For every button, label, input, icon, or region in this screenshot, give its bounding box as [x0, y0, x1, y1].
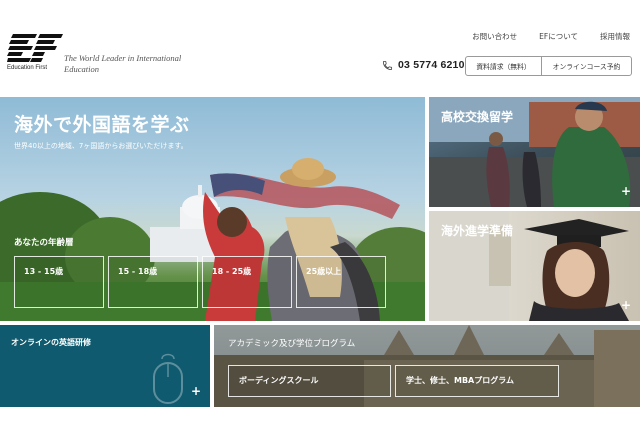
- mouse-icon: [153, 353, 183, 404]
- age-25-plus-button[interactable]: 25歳以上: [296, 256, 386, 308]
- online-course-booking-button[interactable]: オンラインコース予約: [542, 57, 631, 75]
- prep-title: 海外進学準備: [441, 224, 514, 238]
- academic-title: アカデミック及び学位プログラム: [228, 339, 356, 349]
- hero-title: 海外で外国語を学ぶ: [14, 114, 190, 136]
- boarding-school-button[interactable]: ボーディングスクール: [228, 365, 391, 397]
- top-nav: お問い合わせ EFについて 採用情報: [472, 31, 630, 42]
- logo-caption: Education First: [7, 65, 48, 71]
- hero-subtitle: 世界40以上の地域、7ヶ国語からお選びいただけます。: [14, 142, 188, 150]
- age-15-18-button[interactable]: 15 - 18歳: [108, 256, 198, 308]
- age-18-25-button[interactable]: 18 - 25歳: [202, 256, 292, 308]
- brochure-request-button[interactable]: 資料請求（無料）: [466, 57, 542, 75]
- online-expand-icon[interactable]: +: [191, 385, 201, 397]
- exchange-expand-icon[interactable]: +: [621, 185, 631, 197]
- tile-online-english[interactable]: オンラインの英語研修 +: [0, 325, 210, 407]
- header-button-group: 資料請求（無料） オンラインコース予約: [465, 56, 632, 76]
- tile-overseas-prep[interactable]: 海外進学準備 +: [429, 211, 640, 321]
- phone-number: 03 5774 6210: [398, 59, 465, 71]
- prep-expand-icon[interactable]: +: [621, 299, 631, 311]
- contact-link[interactable]: お問い合わせ: [472, 31, 517, 42]
- ef-logo-mark: [7, 34, 63, 62]
- phone-icon: [382, 60, 393, 70]
- ef-logo[interactable]: Education First: [7, 32, 63, 72]
- site-header: Education First The World Leader in Inte…: [0, 0, 640, 95]
- age-group-label: あなたの年齢層: [14, 238, 74, 248]
- phone-contact[interactable]: 03 5774 6210: [382, 59, 465, 71]
- tile-high-school-exchange[interactable]: 高校交換留学 +: [429, 97, 640, 207]
- online-title: オンラインの英語研修: [11, 338, 91, 347]
- tagline: The World Leader in International Educat…: [64, 53, 182, 74]
- degree-mba-button[interactable]: 学士、修士、MBAプログラム: [395, 365, 559, 397]
- age-13-15-button[interactable]: 13 - 15歳: [14, 256, 104, 308]
- tile-academic-programs[interactable]: アカデミック及び学位プログラム ボーディングスクール 学士、修士、MBAプログラ…: [214, 325, 640, 407]
- careers-link[interactable]: 採用情報: [600, 31, 630, 42]
- about-ef-link[interactable]: EFについて: [539, 31, 578, 42]
- exchange-title: 高校交換留学: [441, 110, 514, 124]
